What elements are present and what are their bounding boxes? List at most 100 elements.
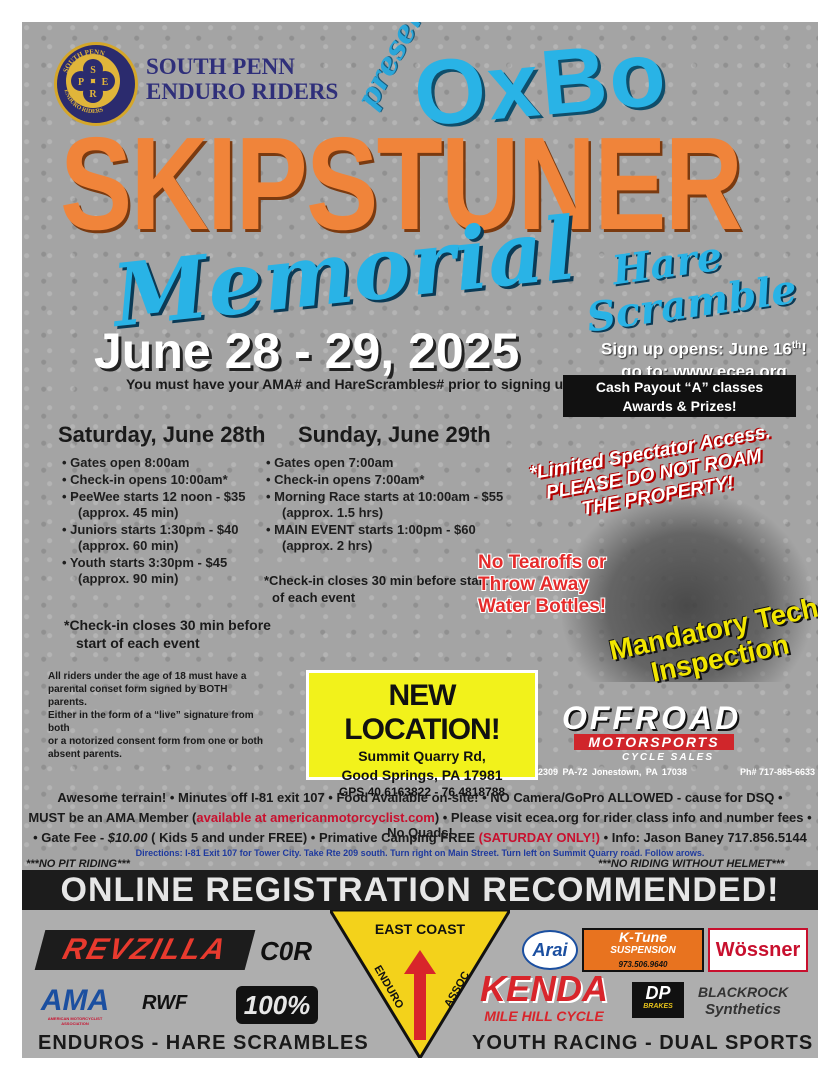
logo-letter-p: P [78, 77, 84, 88]
saturday-item: • Juniors starts 1:30pm - $40 [62, 522, 239, 537]
event-date: June 28 - 29, 2025 [94, 323, 520, 379]
minors-line: parental conset form signed by BOTH pare… [48, 684, 228, 708]
sunday-item-duration: (approx. 1.5 hrs) [282, 505, 384, 520]
sunday-item: • Check-in opens 7:00am* [266, 472, 425, 487]
payout-box: Cash Payout “A” classes Awards & Prizes! [563, 375, 796, 417]
saturday-item: • Youth starts 3:30pm - $45 [62, 555, 228, 570]
info-line3-b: ( Kids 5 and under FREE) • Primative Cam… [147, 830, 479, 845]
tearoffs-line: No Tearoffs or [478, 552, 607, 573]
logo-letter-r: R [89, 89, 97, 100]
signup-line1: Sign up opens: June 16 [601, 339, 792, 359]
cor-logo: C0R [260, 936, 313, 966]
sunday-item-duration: (approx. 2 hrs) [282, 538, 373, 553]
minors-line: All riders under the age of 18 must have… [48, 671, 247, 682]
ktune-text: K-Tune [619, 929, 667, 945]
location-city: Good Springs, PA 17981 [341, 767, 503, 783]
no-riding-without-helmet: ***NO RIDING WITHOUT HELMET*** [598, 858, 785, 870]
ktune-sub: SUSPENSION [610, 945, 676, 956]
revzilla-logo: REVZILLA [34, 930, 256, 970]
100-percent-logo: 100% [236, 986, 318, 1024]
ama-link-text: available at americanmotorcyclist.com [196, 810, 435, 825]
saturday-note-line1: *Check-in closes 30 min before [64, 617, 271, 633]
saturday-schedule: • Gates open 8:00am • Check-in opens 10:… [62, 454, 246, 587]
dp-sub: BRAKES [643, 1003, 673, 1010]
new-location-heading: NEW LOCATION! [344, 679, 500, 746]
dealer-sub: MOTORSPORTS [574, 734, 734, 750]
tearoffs-line: Throw Away [478, 574, 589, 595]
gate-fee: $10.00 [107, 830, 148, 845]
ktune-logo: K-Tune SUSPENSION 973.506.9640 [582, 928, 704, 972]
tearoffs-warning: No Tearoffs or Throw Away Water Bottles! [478, 552, 606, 618]
club-name-line2: ENDURO RIDERS [146, 79, 339, 104]
minors-line: absent parents. [48, 749, 122, 760]
minors-line: or a notorized consent form from one or … [48, 736, 263, 747]
registration-banner-text: ONLINE REGISTRATION RECOMMENDED! [60, 871, 780, 909]
saturday-item: • Gates open 8:00am [62, 455, 190, 470]
no-pit-riding: ***NO PIT RIDING*** [26, 858, 130, 870]
east-coast-text: EAST COAST [375, 921, 466, 937]
100-percent-text: 100% [243, 990, 311, 1020]
dealer-address: 2309 PA-72 Jonestown, PA 17038 [538, 767, 687, 777]
sunday-item: • MAIN EVENT starts 1:00pm - $60 [266, 522, 476, 537]
dealer-tag: CYCLE SALES [622, 752, 715, 763]
sponsor-strip: REVZILLA C0R EAST COAST ENDURO ASSOC Ara… [22, 910, 818, 1058]
info-line1: Awesome terrain! • Minutes off I-81 exit… [57, 790, 783, 805]
info-line3-a: • Gate Fee - [33, 830, 108, 845]
signup-sup: th [791, 340, 802, 351]
blackrock-text: BLACKROCK [698, 984, 789, 1000]
location-street: Summit Quarry Rd, [358, 748, 486, 764]
club-name-line1: SOUTH PENN [146, 54, 295, 79]
registration-banner: ONLINE REGISTRATION RECOMMENDED! [22, 870, 818, 910]
logo-letter-e: E [102, 77, 109, 88]
saturday-note-line2: start of each event [76, 635, 200, 651]
dp-brakes-logo: DP BRAKES [632, 982, 684, 1018]
arai-text: Arai [532, 940, 568, 960]
signup-suffix: ! [801, 339, 807, 359]
sunday-schedule: • Gates open 7:00am • Check-in opens 7:0… [266, 454, 503, 554]
club-logo-clover: S P E R [66, 54, 120, 108]
wossner-text: Wössner [715, 939, 801, 961]
requirement-note: You must have your AMA# and HareScramble… [126, 376, 621, 392]
sunday-note-line2: of each event [272, 590, 356, 605]
info-line3: • Gate Fee - $10.00 ( Kids 5 and under F… [22, 830, 818, 845]
clover-icon: S P E R [71, 59, 115, 103]
sunday-checkin-note: *Check-in closes 30 min before start of … [264, 572, 488, 606]
saturday-item: • Check-in opens 10:00am* [62, 472, 228, 487]
footer-left: ENDUROS - HARE SCRAMBLES [38, 1032, 369, 1054]
info-line2-a: MUST be an AMA Member ( [28, 810, 197, 825]
sunday-item: • Gates open 7:00am [266, 455, 394, 470]
dealer-phone: Ph# 717-865-6633 [740, 767, 816, 777]
camping-note: (SATURDAY ONLY!) [478, 830, 600, 845]
minors-consent-notice: All riders under the age of 18 must have… [48, 670, 268, 761]
saturday-item: • PeeWee starts 12 noon - $35 [62, 489, 246, 504]
blackrock-logo: BLACKROCK Synthetics [698, 984, 788, 1018]
mile-hill-text: MILE HILL CYCLE [484, 1008, 604, 1024]
info-line3-c: • Info: Jason Baney 717.856.5144 [599, 830, 807, 845]
ama-logo: AMA AMERICAN MOTORCYCLIST ASSOCIATION [40, 984, 110, 1027]
sunday-heading: Sunday, June 29th [298, 422, 491, 447]
revzilla-text: REVZILLA [59, 933, 231, 966]
saturday-checkin-note: *Check-in closes 30 min before start of … [64, 616, 271, 652]
saturday-item-duration: (approx. 45 min) [78, 505, 179, 520]
directions: Directions: I-81 Exit 107 for Tower City… [135, 848, 705, 858]
dealer-logo: OFFROAD [562, 700, 742, 736]
kenda-logo: KENDA MILE HILL CYCLE [470, 970, 618, 1025]
new-location-box: NEW LOCATION! Summit Quarry Rd, Good Spr… [306, 670, 538, 799]
logo-letter-s: S [90, 65, 96, 76]
saturday-item-duration: (approx. 90 min) [78, 571, 179, 586]
footer-right: YOUTH RACING - DUAL SPORTS [472, 1032, 814, 1054]
sunday-note-line1: *Check-in closes 30 min before start [264, 573, 488, 588]
saturday-item-duration: (approx. 60 min) [78, 538, 179, 553]
arai-logo: Arai [522, 930, 578, 970]
saturday-heading: Saturday, June 28th [58, 422, 266, 447]
ama-text: AMA [40, 984, 110, 1017]
payout-line2: Awards & Prizes! [622, 398, 737, 414]
flyer: SOUTH PENN ENDURO RIDERS S P E R SOUTH P… [22, 22, 818, 1058]
payout-line1: Cash Payout “A” classes [595, 379, 764, 395]
club-name: SOUTH PENN ENDURO RIDERS [146, 54, 338, 104]
synthetics-text: Synthetics [705, 1001, 782, 1018]
wossner-logo: Wössner [708, 928, 808, 972]
minors-line: Either in the form of a “live” signature… [48, 710, 254, 734]
tearoffs-line: Water Bottles! [478, 596, 607, 617]
ama-sub: AMERICAN MOTORCYCLIST ASSOCIATION [47, 1016, 103, 1026]
